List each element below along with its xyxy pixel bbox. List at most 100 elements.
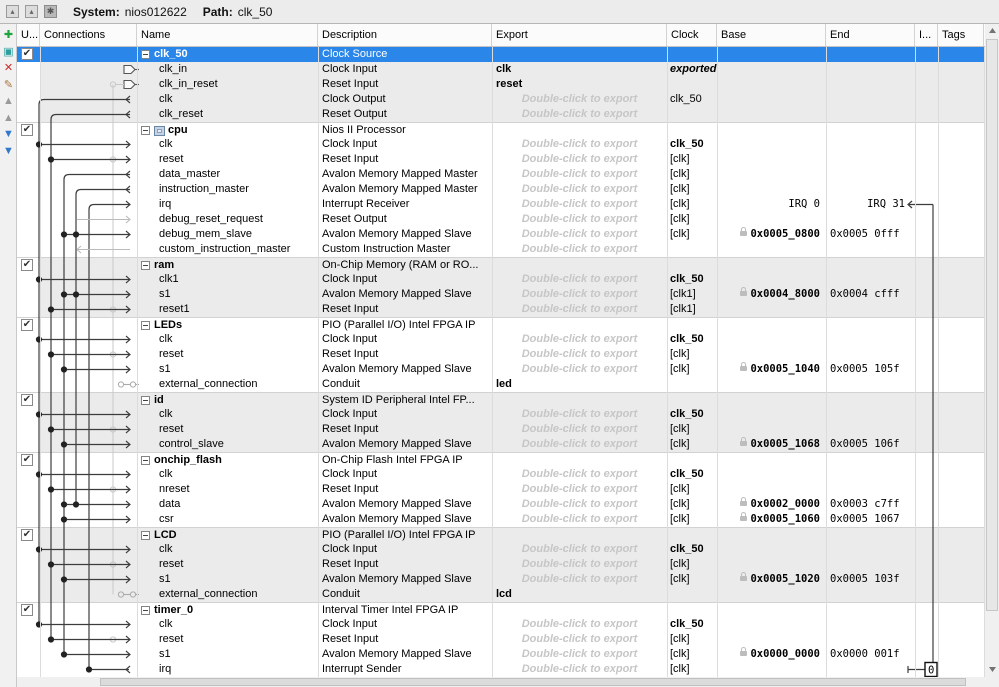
scroll-up-button[interactable] [985, 24, 999, 38]
cell-name[interactable]: data_master [137, 167, 318, 182]
cell-name[interactable]: external_connection [137, 377, 318, 392]
use-checkbox[interactable]: ✔ [21, 319, 33, 331]
horizontal-scrollbar[interactable] [17, 677, 999, 687]
cell-export-placeholder[interactable]: Double-click to export [492, 242, 667, 257]
cell-clock[interactable]: [clk1] [667, 302, 717, 317]
cell-clock[interactable]: clk_50 [667, 92, 717, 107]
cell-name[interactable]: clk_in [137, 62, 318, 77]
settings-icon[interactable]: ✱ [44, 5, 57, 18]
float-window-icon[interactable]: ▴ [25, 5, 38, 18]
cell-end-address[interactable]: 0x0004 cfff [826, 287, 915, 302]
table-row[interactable]: irq Interrupt Receiver Double-click to exp… [17, 197, 985, 212]
table-row[interactable]: nreset Reset Input Double-click to export[… [17, 482, 985, 497]
cell-description[interactable]: Avalon Memory Mapped Master [318, 182, 492, 197]
cell-export[interactable] [492, 453, 667, 468]
cell-export-placeholder[interactable]: Double-click to export [492, 467, 667, 482]
cell-export[interactable]: clk [492, 62, 667, 77]
cell-clock[interactable]: [clk1] [667, 287, 717, 302]
cell-export[interactable] [492, 318, 667, 333]
cell-description[interactable]: Nios II Processor [318, 123, 492, 138]
cell-name[interactable]: reset1 [137, 302, 318, 317]
cell-export[interactable] [492, 528, 667, 543]
cell-end-address[interactable]: 0x0005 1067 [826, 512, 915, 527]
cell-name[interactable]: timer_0 [137, 603, 318, 618]
cell-name[interactable]: reset [137, 152, 318, 167]
cell-description[interactable]: Avalon Memory Mapped Slave [318, 512, 492, 527]
cell-clock[interactable]: [clk] [667, 422, 717, 437]
cell-export-placeholder[interactable]: Double-click to export [492, 617, 667, 632]
cell-description[interactable]: Avalon Memory Mapped Slave [318, 362, 492, 377]
cell-clock[interactable]: [clk] [667, 347, 717, 362]
table-row[interactable]: data_master Avalon Memory Mapped Master Do… [17, 167, 985, 182]
cell-export-placeholder[interactable]: Double-click to export [492, 542, 667, 557]
cell-clock[interactable]: [clk] [667, 167, 717, 182]
cell-base-address[interactable]: 0x0002_0000 [717, 497, 826, 512]
table-row[interactable]: external_connection Conduit led [17, 377, 985, 392]
table-row[interactable]: external_connection Conduit lcd [17, 587, 985, 602]
table-row[interactable]: debug_reset_request Reset Output Double-cl… [17, 212, 985, 227]
cell-clock[interactable]: [clk] [667, 572, 717, 587]
use-checkbox[interactable]: ✔ [21, 259, 33, 271]
add-component-icon[interactable]: ✚ [1, 28, 16, 42]
cell-name[interactable]: data [137, 497, 318, 512]
cell-name[interactable]: clk [137, 542, 318, 557]
table-row[interactable]: csr Avalon Memory Mapped Slave Double-clic… [17, 512, 985, 527]
cell-name[interactable]: clk [137, 407, 318, 422]
table-row[interactable]: s1 Avalon Memory Mapped Slave Double-click… [17, 572, 985, 587]
cell-base-address[interactable]: 0x0000_0000 [717, 647, 826, 662]
cell-clock[interactable]: [clk] [667, 362, 717, 377]
cell-clock[interactable]: [clk] [667, 212, 717, 227]
column-header-base[interactable]: Base [717, 24, 826, 46]
cell-export[interactable]: reset [492, 77, 667, 92]
table-row[interactable]: ✔ LCD PIO (Parallel I/O) Intel FPGA IP [17, 527, 985, 543]
table-row[interactable]: clk1 Clock Input Double-click to export clk… [17, 272, 985, 287]
cell-name[interactable]: clk [137, 617, 318, 632]
cell-clock[interactable]: [clk] [667, 662, 717, 677]
table-row[interactable]: ✔ cpu Nios II Processor [17, 122, 985, 138]
cell-description[interactable]: Reset Input [318, 77, 492, 92]
move-up-icon[interactable]: ▲ [1, 111, 16, 125]
cell-name[interactable]: clk_in_reset [137, 77, 318, 92]
cell-name[interactable]: clk [137, 467, 318, 482]
collapse-expander-icon[interactable] [141, 261, 150, 270]
table-row[interactable]: clk_in_reset Reset Input reset [17, 77, 985, 92]
vertical-scrollbar-thumb[interactable] [986, 39, 998, 611]
table-row[interactable]: reset Reset Input Double-click to export [c… [17, 557, 985, 572]
cell-description[interactable]: Custom Instruction Master [318, 242, 492, 257]
cell-name[interactable]: irq [137, 197, 318, 212]
cell-description[interactable]: Reset Input [318, 482, 492, 497]
cell-end-address[interactable]: 0x0000 001f [826, 647, 915, 662]
cell-base-address[interactable]: 0x0005_0800 [717, 227, 826, 242]
cell-clock[interactable]: clk_50 [667, 332, 717, 347]
cell-export-placeholder[interactable]: Double-click to export [492, 182, 667, 197]
cell-description[interactable]: Clock Input [318, 62, 492, 77]
cell-name[interactable]: LCD [137, 528, 318, 543]
cell-description[interactable]: Reset Input [318, 152, 492, 167]
cell-name[interactable]: s1 [137, 287, 318, 302]
move-top-icon[interactable]: ▲ [1, 94, 16, 108]
cell-description[interactable]: PIO (Parallel I/O) Intel FPGA IP [318, 528, 492, 543]
cell-export[interactable] [492, 603, 667, 618]
cell-description[interactable]: Interrupt Sender [318, 662, 492, 677]
cell-export-placeholder[interactable]: Double-click to export [492, 557, 667, 572]
column-header-tags[interactable]: Tags [938, 24, 984, 46]
cell-description[interactable]: Clock Output [318, 92, 492, 107]
cell-description[interactable]: Reset Input [318, 422, 492, 437]
cell-description[interactable]: Clock Input [318, 542, 492, 557]
cell-description[interactable]: Conduit [318, 377, 492, 392]
cell-name[interactable]: irq [137, 662, 318, 677]
cell-end-address[interactable]: IRQ 31 [826, 197, 915, 212]
table-row[interactable]: instruction_master Avalon Memory Mapped M… [17, 182, 985, 197]
table-row[interactable]: ✔ LEDs PIO (Parallel I/O) Intel FPGA IP [17, 317, 985, 333]
cell-export[interactable]: led [492, 377, 667, 392]
cell-export[interactable] [492, 123, 667, 138]
cell-end-address[interactable]: 0x0005 0fff [826, 227, 915, 242]
cell-description[interactable]: On-Chip Memory (RAM or RO... [318, 258, 492, 273]
cell-export-placeholder[interactable]: Double-click to export [492, 482, 667, 497]
cell-name[interactable]: ram [137, 258, 318, 273]
cell-description[interactable]: Clock Input [318, 467, 492, 482]
cell-export-placeholder[interactable]: Double-click to export [492, 572, 667, 587]
cell-description[interactable]: Interval Timer Intel FPGA IP [318, 603, 492, 618]
cell-name[interactable]: clk1 [137, 272, 318, 287]
cell-description[interactable]: Avalon Memory Mapped Slave [318, 572, 492, 587]
